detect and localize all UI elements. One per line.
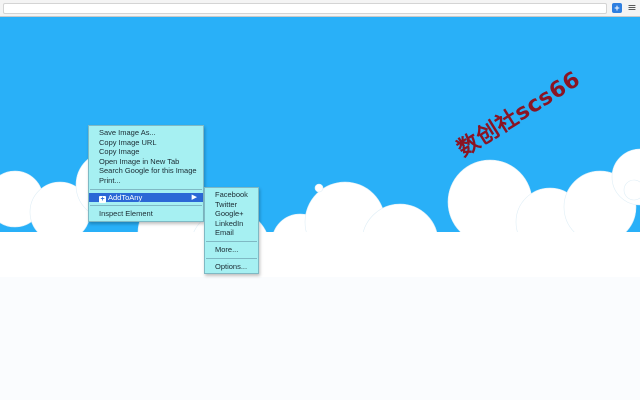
menu-separator — [206, 257, 257, 259]
menu-separator — [90, 205, 202, 207]
submenu-item-twitter[interactable]: Twitter — [205, 200, 258, 210]
submenu-item-linkedin[interactable]: LinkedIn — [205, 219, 258, 229]
menu-item-open-image-new-tab[interactable]: Open Image in New Tab — [89, 157, 203, 167]
addtoany-icon: + — [99, 195, 106, 203]
browser-toolbar: + ≡ — [0, 0, 640, 17]
menu-item-search-google-image[interactable]: Search Google for this Image — [89, 166, 203, 176]
menu-item-copy-image[interactable]: Copy Image — [89, 147, 203, 157]
submenu-item-more[interactable]: More... — [205, 245, 258, 255]
submenu-item-options[interactable]: Options... — [205, 262, 258, 272]
hamburger-menu-icon[interactable]: ≡ — [627, 1, 637, 15]
menu-item-addtoany-label: AddToAny — [108, 192, 143, 202]
menu-item-save-image-as[interactable]: Save Image As... — [89, 128, 203, 138]
address-bar[interactable] — [3, 3, 607, 14]
addtoany-plus-icon[interactable]: + — [612, 3, 622, 13]
menu-item-copy-image-url[interactable]: Copy Image URL — [89, 138, 203, 148]
submenu-arrow-icon: ▶ — [191, 193, 197, 201]
submenu-item-google-plus[interactable]: Google+ — [205, 209, 258, 219]
addtoany-submenu: Facebook Twitter Google+ LinkedIn Email … — [204, 187, 259, 275]
submenu-item-facebook[interactable]: Facebook — [205, 190, 258, 200]
menu-separator — [90, 188, 202, 190]
menu-item-addtoany[interactable]: + AddToAny ▶ — [89, 192, 203, 203]
context-menu: Save Image As... Copy Image URL Copy Ima… — [88, 125, 204, 222]
menu-separator — [206, 240, 257, 242]
menu-item-print[interactable]: Print... — [89, 176, 203, 186]
menu-item-inspect-element[interactable]: Inspect Element — [89, 209, 203, 219]
submenu-item-email[interactable]: Email — [205, 228, 258, 238]
